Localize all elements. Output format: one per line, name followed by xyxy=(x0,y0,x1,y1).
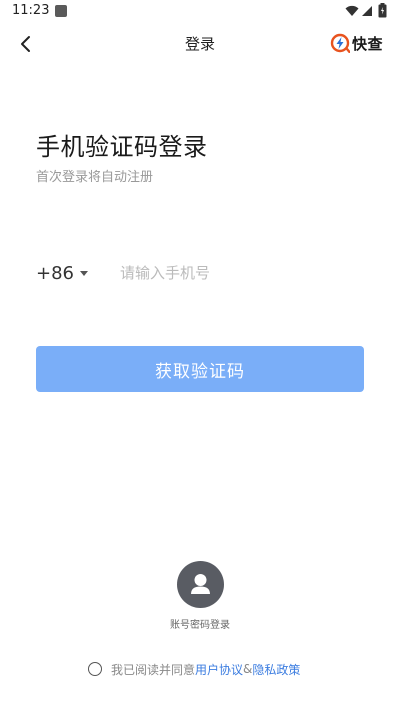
nav-bar: 登录 快查 xyxy=(0,24,400,64)
country-code-selector[interactable]: +86 xyxy=(36,258,88,288)
country-code-value: +86 xyxy=(36,262,74,284)
agree-checkbox[interactable] xyxy=(88,662,102,676)
status-time: 11:23 xyxy=(12,3,50,18)
account-login-button[interactable]: 账号密码登录 xyxy=(0,561,400,631)
agreement-prefix: 我已阅读并同意 xyxy=(111,662,196,677)
signal-icon xyxy=(362,6,372,16)
agreement-row: 我已阅读并同意 用户协议 & 隐私政策 xyxy=(88,660,300,678)
agreement-amp: & xyxy=(243,662,253,676)
caret-down-icon xyxy=(80,270,88,276)
login-screen: 11:23 登录 快查 手机验证码登录 首次登录将自动注册 +86 请输入手机号… xyxy=(0,0,400,712)
account-login-label: 账号密码登录 xyxy=(170,620,230,631)
brand-name: 快查 xyxy=(352,34,384,53)
phone-input[interactable] xyxy=(120,258,360,288)
login-heading: 手机验证码登录 xyxy=(36,133,208,161)
brand-logo: 快查 xyxy=(330,32,383,54)
privacy-policy-link[interactable]: 隐私政策 xyxy=(252,661,300,678)
user-icon xyxy=(190,574,210,594)
app-notification-icon xyxy=(55,5,67,17)
phone-row: +86 xyxy=(36,258,366,288)
battery-icon xyxy=(378,3,387,18)
get-code-button[interactable]: 获取验证码 xyxy=(36,346,364,392)
lightning-icon xyxy=(330,33,350,53)
status-bar: 11:23 xyxy=(0,0,400,24)
wifi-icon xyxy=(345,5,359,16)
user-agreement-link[interactable]: 用户协议 xyxy=(195,661,243,678)
login-subheading: 首次登录将自动注册 xyxy=(36,170,154,185)
avatar xyxy=(176,561,224,608)
